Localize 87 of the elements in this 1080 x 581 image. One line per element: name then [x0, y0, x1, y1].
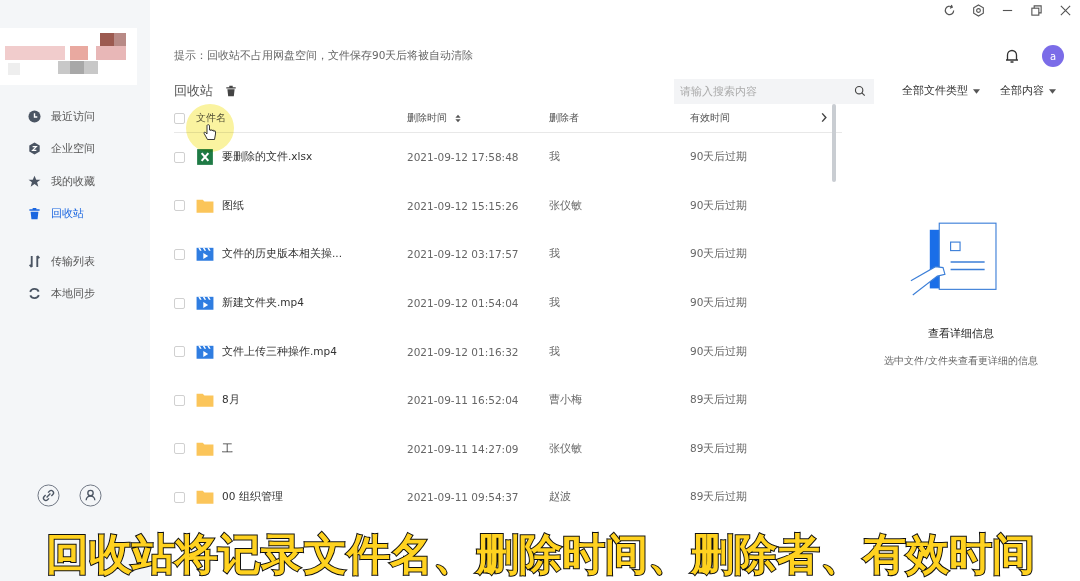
column-header[interactable]: 删除时间	[407, 111, 461, 125]
table-cell: 2021-09-12 03:17:57	[407, 248, 519, 261]
link-icon[interactable]	[37, 484, 60, 507]
file-name[interactable]: 文件的历史版本相关操...	[222, 247, 342, 262]
sync-icon	[28, 287, 41, 301]
table-cell: 90天后过期	[690, 150, 748, 165]
column-header[interactable]: 文件名	[196, 111, 226, 125]
checkbox[interactable]	[174, 249, 185, 260]
checkbox[interactable]	[174, 491, 185, 503]
clock-icon	[28, 109, 41, 123]
table-cell: 89天后过期	[690, 490, 748, 505]
table-cell: 我	[549, 344, 560, 359]
scrollbar[interactable]	[832, 104, 836, 182]
table-cell: 2021-09-12 15:15:26	[407, 199, 519, 212]
table-cell: 张仪敏	[549, 198, 582, 213]
file-name[interactable]: 8月	[222, 393, 240, 408]
video-icon	[196, 245, 214, 264]
hexagon-icon	[28, 142, 41, 156]
checkbox[interactable]	[174, 394, 185, 406]
table-cell: 2021-09-12 17:58:48	[407, 151, 519, 164]
table-cell: 我	[549, 247, 560, 262]
hand-cursor-icon	[203, 124, 217, 142]
caret-icon	[1049, 88, 1056, 94]
table-cell: 赵波	[549, 490, 571, 505]
table-cell: 89天后过期	[690, 393, 748, 408]
bell-icon[interactable]	[1004, 48, 1020, 64]
folder-icon	[196, 488, 214, 507]
caret-icon	[973, 88, 980, 94]
folder-icon	[196, 391, 214, 410]
video-icon	[196, 294, 214, 313]
checkbox[interactable]	[174, 200, 185, 212]
trash-icon	[28, 207, 41, 221]
transfer-icon	[28, 254, 41, 268]
column-header[interactable]: 删除者	[549, 111, 579, 125]
file-name[interactable]: 工	[222, 441, 233, 456]
subtitle-caption: 回收站将记录文件名、删除时间、删除者、有效时间	[44, 529, 1036, 579]
spreadsheet-icon	[196, 148, 214, 167]
hint-text: 提示：回收站不占用网盘空间，文件保存90天后将被自动清除	[174, 49, 475, 63]
table-cell: 90天后过期	[690, 344, 748, 359]
filter-dropdown[interactable]: 全部文件类型	[896, 84, 986, 98]
checkbox[interactable]	[174, 112, 185, 124]
table-cell: 2021-09-11 16:52:04	[407, 394, 519, 407]
filter-dropdown[interactable]: 全部内容	[994, 84, 1062, 98]
table-cell: 2021-09-12 01:16:32	[407, 345, 519, 358]
table-cell: 我	[549, 296, 560, 311]
restore-icon[interactable]	[1030, 3, 1043, 17]
table-cell: 2021-09-12 01:54:04	[407, 297, 519, 310]
table-cell: 90天后过期	[690, 296, 748, 311]
file-name[interactable]: 00 组织管理	[222, 490, 283, 505]
sidebar-item[interactable]: 传输列表	[0, 245, 150, 278]
file-name[interactable]: 要删除的文件.xlsx	[222, 150, 313, 165]
table-cell: 2021-09-11 09:54:37	[407, 491, 519, 504]
table-cell: 2021-09-11 14:27:09	[407, 442, 519, 455]
table-cell: 曹小梅	[549, 393, 582, 408]
sidebar-item[interactable]: 本地同步	[0, 277, 150, 310]
sidebar-item[interactable]: 企业空间	[0, 132, 150, 165]
sidebar-item[interactable]: 回收站	[0, 197, 150, 230]
checkbox[interactable]	[174, 443, 185, 455]
file-name[interactable]: 文件上传三种操作.mp4	[222, 344, 337, 359]
avatar[interactable]: a	[1042, 45, 1064, 67]
table-cell: 我	[549, 150, 560, 165]
star-icon	[28, 174, 41, 188]
close-icon[interactable]	[1059, 3, 1072, 17]
trash-icon[interactable]	[225, 85, 237, 97]
page-title: 回收站	[174, 82, 213, 100]
settings-icon[interactable]	[972, 3, 985, 17]
search-icon[interactable]	[854, 85, 866, 97]
file-name[interactable]: 新建文件夹.mp4	[222, 296, 304, 311]
cursor-highlight	[186, 104, 234, 152]
details-hint: 选中文件/文件夹查看更详细的信息	[884, 355, 1038, 368]
details-title: 查看详细信息	[928, 326, 994, 341]
table-cell: 90天后过期	[690, 247, 748, 262]
table-cell: 90天后过期	[690, 198, 748, 213]
user-icon[interactable]	[79, 484, 102, 507]
chevron-right-icon[interactable]	[820, 112, 828, 123]
column-header[interactable]: 有效时间	[690, 111, 730, 125]
search-field[interactable]: 请输入搜索内容	[674, 78, 874, 104]
table-cell: 张仪敏	[549, 441, 582, 456]
checkbox[interactable]	[174, 151, 185, 163]
checkbox[interactable]	[174, 346, 185, 358]
table-cell: 89天后过期	[690, 441, 748, 456]
file-name[interactable]: 图纸	[222, 198, 244, 213]
sidebar-item[interactable]: 最近访问	[0, 100, 150, 133]
checkbox[interactable]	[174, 297, 185, 309]
sort-icon[interactable]	[455, 113, 461, 123]
refresh-icon[interactable]	[943, 3, 956, 17]
sidebar-item[interactable]: 我的收藏	[0, 165, 150, 198]
